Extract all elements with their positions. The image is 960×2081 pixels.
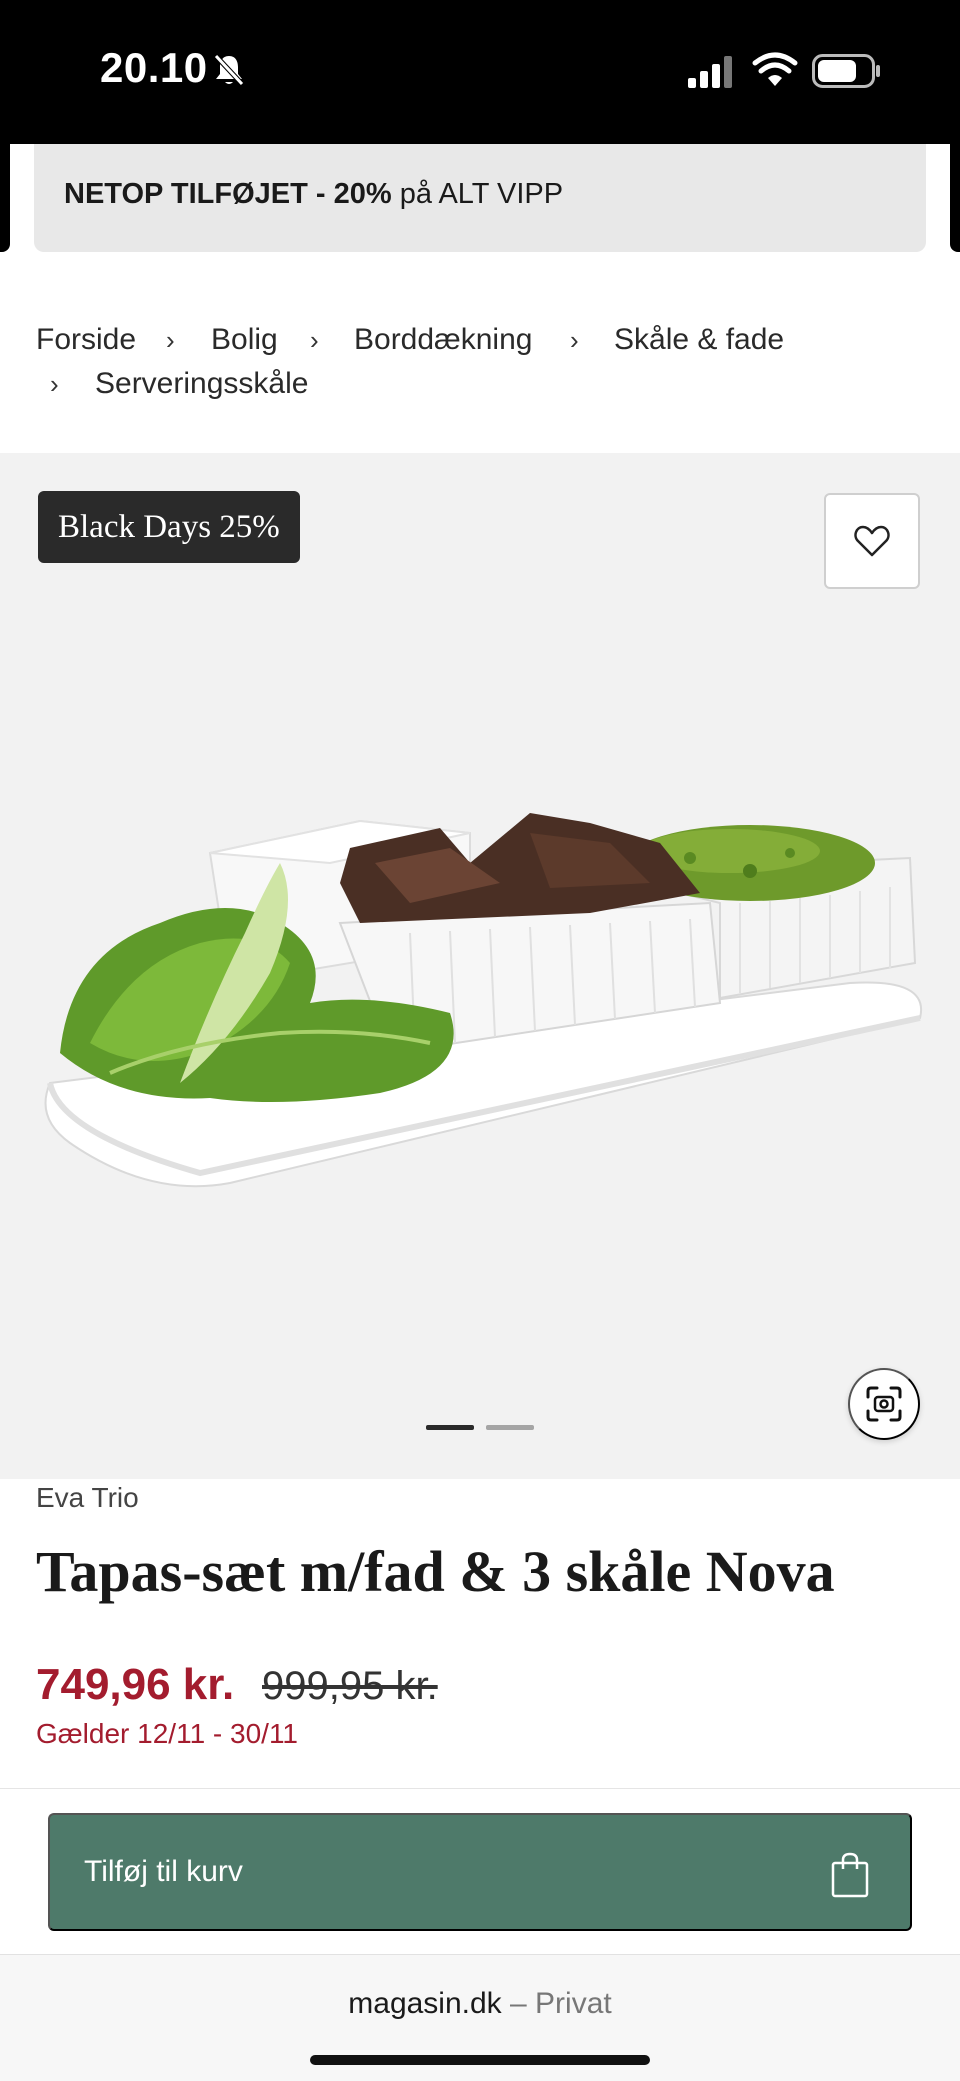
product-gallery[interactable]: Black Days 25%: [0, 453, 960, 1479]
breadcrumb-item-serveringsskaale[interactable]: Serveringsskåle: [95, 362, 308, 406]
breadcrumb-item-borddaekning[interactable]: Borddækning: [354, 318, 532, 362]
add-to-cart-bar: Tilføj til kurv: [0, 1788, 960, 1954]
breadcrumb-separator: ›: [50, 369, 59, 399]
promo-rest-text: på ALT VIPP: [391, 178, 564, 210]
original-price: 999,95 kr.: [262, 1664, 438, 1708]
shopping-bag-icon: [831, 1852, 869, 1898]
signal-icon: [688, 56, 732, 88]
promo-edge-left: [0, 144, 10, 252]
promo-bold-text: NETOP TILFØJET - 20%: [64, 178, 392, 210]
promo-edge-right: [950, 144, 960, 252]
visual-search-icon: [866, 1386, 902, 1422]
breadcrumb-separator: ›: [570, 325, 579, 355]
url-separator: –: [501, 1987, 536, 2020]
breadcrumb-item-skaale-fade[interactable]: Skåle & fade: [614, 318, 784, 362]
breadcrumb-item-bolig[interactable]: Bolig: [211, 318, 278, 362]
offer-validity: Gælder 12/11 - 30/11: [36, 1718, 299, 1749]
bell-slash-icon: [214, 54, 244, 86]
status-bar: 20.10: [0, 0, 960, 144]
add-to-cart-label: Tilføj til kurv: [84, 1855, 243, 1888]
breadcrumb-item-forside[interactable]: Forside: [36, 318, 136, 362]
sale-price: 749,96 kr.: [36, 1660, 235, 1709]
url-domain: magasin.dk: [348, 1987, 502, 2020]
carousel-dots: [426, 1425, 536, 1431]
product-title: Tapas-sæt m/fad & 3 skåle Nova: [36, 1539, 835, 1604]
breadcrumb-separator: ›: [310, 325, 319, 355]
promo-text: NETOP TILFØJET - 20% på ALT VIPP: [64, 178, 563, 211]
status-time: 20.10: [100, 44, 208, 91]
browsing-mode-label: Privat: [535, 1987, 612, 2020]
promo-badge: Black Days 25%: [38, 491, 300, 563]
url-display[interactable]: magasin.dk – Privat: [0, 1987, 960, 2021]
promo-banner[interactable]: NETOP TILFØJET - 20% på ALT VIPP: [34, 144, 926, 252]
carousel-dot[interactable]: [486, 1425, 534, 1430]
battery-icon: [812, 54, 880, 88]
carousel-dot-active[interactable]: [426, 1425, 474, 1430]
heart-icon: [854, 525, 890, 557]
home-indicator[interactable]: [310, 2055, 650, 2065]
breadcrumb-separator: ›: [166, 325, 175, 355]
product-image: [44, 813, 923, 1188]
add-to-cart-button[interactable]: Tilføj til kurv: [48, 1813, 912, 1931]
favorite-button[interactable]: [824, 493, 920, 589]
visual-search-button[interactable]: [848, 1368, 920, 1440]
browser-address-bar[interactable]: magasin.dk – Privat: [0, 1954, 960, 2081]
wifi-icon: [752, 52, 798, 86]
product-brand[interactable]: Eva Trio: [36, 1482, 139, 1514]
promo-bar: NETOP TILFØJET - 20% på ALT VIPP: [0, 144, 960, 254]
